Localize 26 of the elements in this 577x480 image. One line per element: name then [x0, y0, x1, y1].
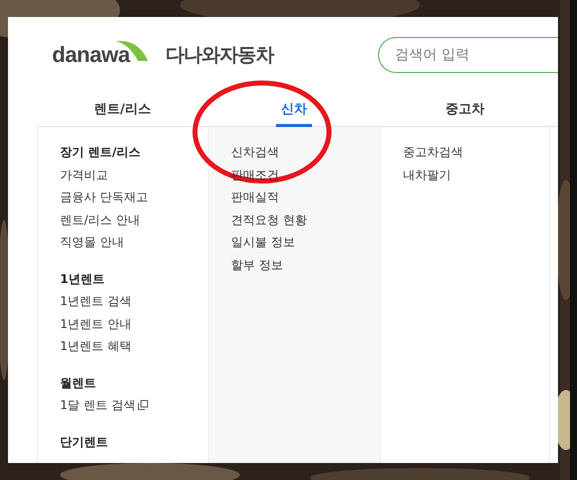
nav-tab[interactable]: 렌트/리스 — [37, 92, 208, 126]
menu-link[interactable]: 신차검색 — [231, 141, 279, 164]
nav-tab[interactable]: 중고차 — [380, 92, 550, 126]
service-title[interactable]: 다나와자동차 — [166, 42, 274, 68]
menu-link[interactable]: 일시불 정보 — [231, 231, 295, 254]
section-heading: 단기렌트 — [60, 434, 108, 450]
menu-link[interactable]: 내차팔기 — [403, 164, 451, 186]
menu-link[interactable]: 1년렌트 혜택 — [60, 335, 132, 358]
menu-link[interactable]: 금융사 단독재고 — [60, 186, 148, 208]
section-heading: 1년렌트 — [60, 270, 104, 288]
menu-link[interactable]: 직영몰 안내 — [60, 231, 124, 254]
logo-wordmark[interactable]: danawa — [52, 42, 130, 68]
menu-link[interactable]: 1달 렌트 검색 — [60, 394, 148, 416]
menu-link[interactable]: 렌트/리스 안내 — [60, 208, 140, 231]
menu-link[interactable]: 중고차검색 — [403, 141, 463, 164]
menu-link[interactable]: 할부 정보 — [231, 254, 283, 276]
menu-link[interactable]: 가격비교 — [60, 164, 108, 186]
menu-link[interactable]: 판매실적 — [231, 186, 279, 208]
menu-link[interactable]: 견적요청 현황 — [231, 208, 307, 231]
menu-link[interactable]: 판매조건 — [231, 164, 279, 186]
menu-link[interactable]: 1년렌트 검색 — [60, 290, 132, 312]
section-heading: 월렌트 — [60, 374, 96, 392]
search-field[interactable]: 검색어 입력 — [378, 36, 558, 72]
section-heading: 장기 렌트/리스 — [60, 144, 141, 161]
menu-link[interactable]: 1년렌트 안내 — [60, 312, 132, 335]
nav-tab[interactable]: 신차 — [208, 92, 380, 126]
